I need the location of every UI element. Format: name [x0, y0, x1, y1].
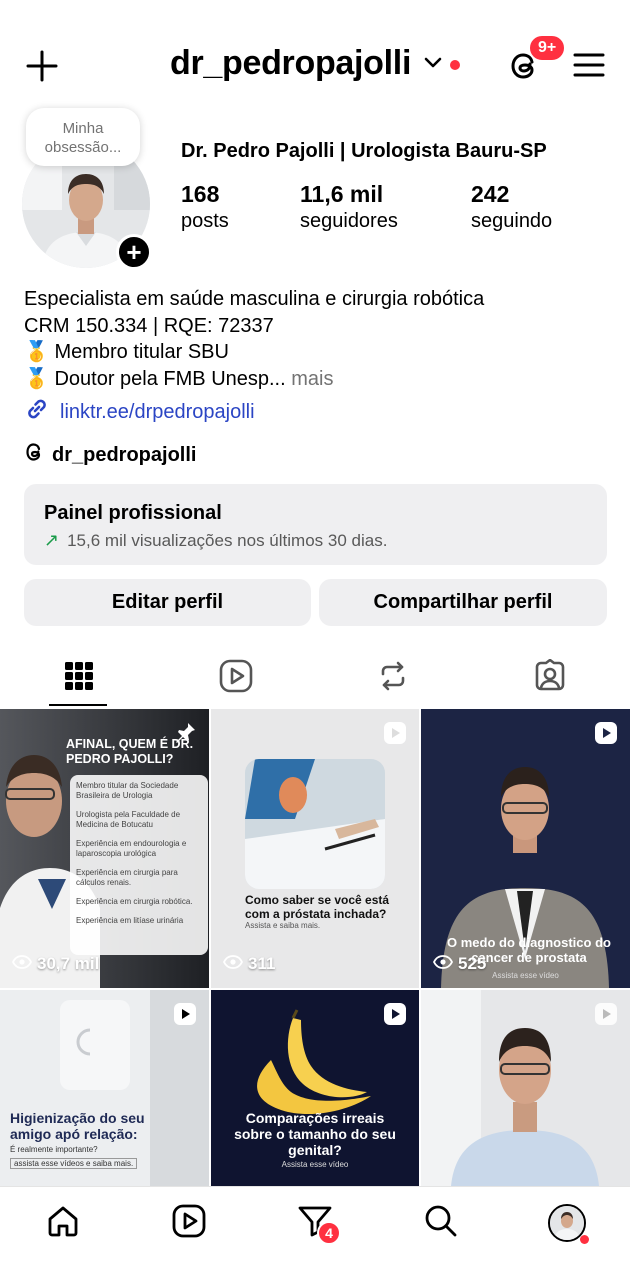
professional-dashboard[interactable]: Painel profissional ↗ 15,6 mil visualiza… — [24, 484, 607, 565]
eye-icon — [432, 954, 454, 974]
account-switch-chevron-icon[interactable] — [424, 56, 442, 75]
post-checklist: Membro titular da Sociedade Brasileira d… — [70, 775, 208, 955]
threads-small-icon — [24, 441, 46, 469]
post-tile[interactable]: AFINAL, QUEM É DR. PEDRO PAJOLLI? Membro… — [0, 709, 209, 988]
bio-more-link[interactable]: mais — [291, 368, 333, 390]
posts-label[interactable]: posts — [181, 210, 229, 233]
profile-bio: Especialista em saúde masculina e cirurg… — [24, 286, 484, 392]
home-icon — [46, 1204, 80, 1243]
profile-link[interactable]: linktr.ee/drpedropajolli — [24, 396, 255, 428]
trend-up-arrow-icon: ↗ — [44, 530, 60, 550]
tab-reposts[interactable] — [314, 648, 471, 708]
views-count: 30,7 mil — [11, 954, 100, 974]
bio-line: 🥇 Membro titular SBU — [24, 341, 229, 363]
profile-note-text: Minha obsessão... — [44, 120, 122, 156]
bio-line: 🥇 Doutor pela FMB Unesp... — [24, 367, 286, 390]
post-thumbnail-image — [245, 759, 385, 889]
reel-badge-icon — [594, 1002, 618, 1031]
checklist-item: Membro titular da Sociedade Brasileira d… — [76, 781, 179, 800]
post-tile[interactable]: O medo do diagnostico do cancer de prost… — [421, 709, 630, 988]
post-tile[interactable] — [421, 990, 630, 1186]
post-tile[interactable]: Como saber se você está com a próstata i… — [211, 709, 419, 988]
views-count: 311 — [222, 954, 276, 974]
post-subcaption: É realmente importante? — [10, 1145, 98, 1154]
eye-icon — [222, 954, 244, 974]
bio-line-last: 🥇 Doutor pela FMB Unesp... mais — [24, 366, 484, 393]
active-tab-indicator — [49, 704, 107, 706]
profile-tabs — [0, 648, 630, 708]
views-text: 525 — [458, 954, 487, 973]
repost-icon — [376, 659, 410, 698]
tab-tagged[interactable] — [471, 648, 628, 708]
reel-badge-icon — [383, 721, 407, 750]
following-count[interactable]: 242 — [471, 181, 509, 208]
posts-count[interactable]: 168 — [181, 181, 219, 208]
create-plus-icon[interactable] — [22, 46, 62, 86]
checklist-item: Experiência em cirurgia robótica. — [76, 897, 193, 906]
nav-search[interactable] — [411, 1201, 471, 1245]
panel-subtitle: 15,6 mil visualizações nos últimos 30 di… — [67, 530, 388, 550]
post-subcaption: Assista esse vídeo — [281, 1160, 349, 1169]
nav-home[interactable] — [33, 1201, 93, 1245]
post-caption: Comparações irreais sobre o tamanho do s… — [234, 1110, 396, 1158]
eye-icon — [11, 954, 33, 974]
checklist-item: Experiência em cirurgia para cálculos re… — [76, 868, 178, 887]
reel-badge-icon — [594, 721, 618, 750]
threads-profile-link[interactable]: dr_pedropajolli — [24, 441, 196, 469]
activity-badge: 4 — [317, 1221, 341, 1245]
nav-reels[interactable] — [159, 1201, 219, 1245]
profile-notification-dot — [580, 1235, 589, 1244]
panel-subtitle-row: ↗ 15,6 mil visualizações nos últimos 30 … — [44, 530, 587, 551]
nav-activity[interactable]: 4 — [285, 1201, 345, 1245]
threads-badge: 9+ — [528, 34, 567, 62]
panel-title: Painel profissional — [44, 502, 222, 524]
post-caption: Como saber se você está com a próstata i… — [245, 893, 390, 921]
share-profile-button[interactable]: Compartilhar perfil — [319, 579, 607, 626]
post-tile[interactable]: Higienização do seu amigo apó relação: É… — [0, 990, 209, 1186]
grid-icon — [64, 661, 94, 696]
nav-profile[interactable] — [537, 1201, 597, 1245]
edit-profile-button[interactable]: Editar perfil — [24, 579, 311, 626]
link-chain-icon — [24, 396, 50, 428]
threads-handle[interactable]: dr_pedropajolli — [52, 444, 196, 467]
tab-reels[interactable] — [157, 648, 314, 708]
notification-dot — [450, 60, 460, 70]
add-story-plus-icon[interactable]: + — [116, 234, 152, 270]
profile-link-text[interactable]: linktr.ee/drpedropajolli — [60, 401, 255, 424]
profile-note-bubble[interactable]: Minha obsessão... — [26, 108, 140, 166]
checklist-item: Experiência em endourologia e laparoscop… — [76, 839, 187, 858]
followers-label[interactable]: seguidores — [300, 210, 398, 233]
reels-nav-icon — [172, 1204, 206, 1243]
reel-badge-icon — [173, 1002, 197, 1031]
pin-icon — [173, 721, 197, 750]
views-text: 311 — [248, 954, 276, 973]
following-label[interactable]: seguindo — [471, 210, 552, 233]
bottom-navigation: 4 — [0, 1186, 630, 1280]
reels-icon — [219, 659, 253, 698]
views-count: 525 — [432, 954, 487, 974]
post-caption: Higienização do seu amigo apó relação: — [10, 1110, 145, 1142]
post-subcaption: assista esse vídeos e saiba mais. — [10, 1158, 138, 1169]
bio-line: Especialista em saúde masculina e cirurg… — [24, 288, 485, 310]
bio-line: CRM 150.334 | RQE: 72337 — [24, 314, 274, 337]
tagged-icon — [533, 658, 567, 698]
profile-username[interactable]: dr_pedropajolli — [170, 44, 411, 83]
menu-hamburger-icon[interactable] — [570, 48, 608, 82]
tab-posts-grid[interactable] — [0, 648, 157, 708]
post-tile[interactable]: Comparações irreais sobre o tamanho do s… — [211, 990, 419, 1186]
reel-badge-icon — [383, 1002, 407, 1031]
checklist-item: Experiência em litíase urinária — [76, 916, 184, 925]
post-subcaption: Assista e saiba mais. — [245, 921, 321, 930]
followers-count[interactable]: 11,6 mil — [300, 181, 383, 208]
views-text: 30,7 mil — [37, 954, 100, 973]
profile-display-name: Dr. Pedro Pajolli | Urologista Bauru-SP — [181, 140, 547, 162]
search-icon — [424, 1204, 458, 1243]
checklist-item: Urologista pela Faculdade de Medicina de… — [76, 810, 181, 829]
